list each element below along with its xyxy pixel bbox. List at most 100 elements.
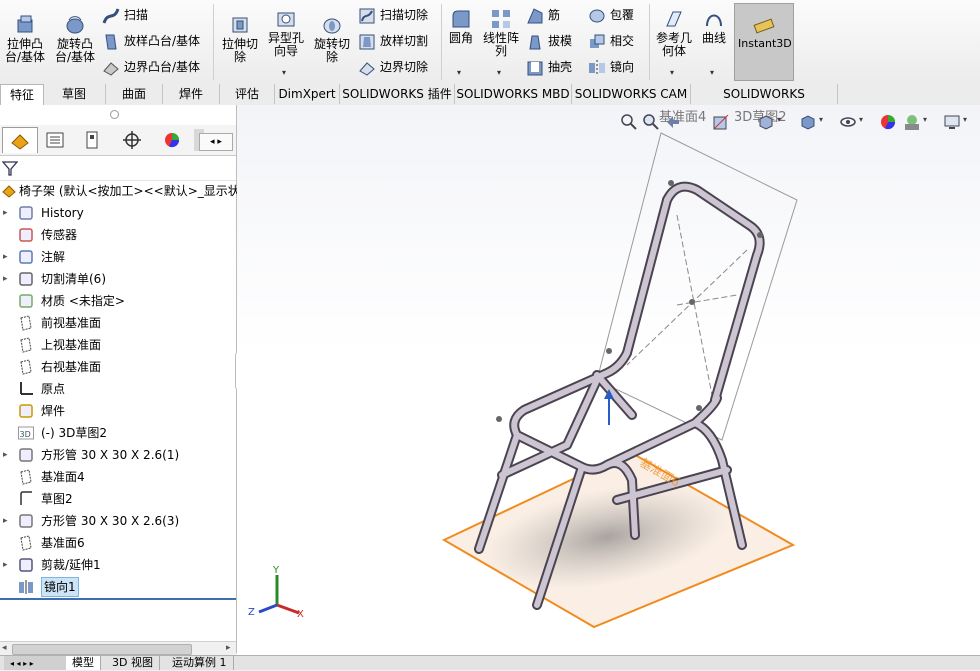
scroll-right-icon[interactable]: ▸ <box>226 643 231 653</box>
scroll-thumb[interactable] <box>12 644 192 655</box>
tab-evaluate[interactable]: 评估 <box>220 84 275 104</box>
view-settings-dropdown-icon[interactable]: ▾ <box>963 115 967 124</box>
horizontal-scrollbar[interactable]: ◂ ▸ <box>0 641 236 656</box>
rollback-bar[interactable] <box>0 598 236 600</box>
tree-root[interactable]: 椅子架 (默认<按加工><<默认>_显示状 <box>0 180 240 202</box>
previous-view-icon[interactable] <box>664 113 682 131</box>
view-settings-icon[interactable] <box>943 113 961 131</box>
tab-weldments[interactable]: 焊件 <box>163 84 220 104</box>
expand-arrow-icon[interactable]: ▸ <box>3 202 11 224</box>
tab-surfaces[interactable]: 曲面 <box>106 84 163 104</box>
tab-features[interactable]: 特征 <box>0 84 44 106</box>
rib-label: 筋 <box>548 8 561 22</box>
expand-arrow-icon[interactable]: ▸ <box>3 444 11 466</box>
tree-item[interactable]: 基准面4 <box>0 466 234 488</box>
expand-arrow-icon[interactable]: ▸ <box>3 554 11 576</box>
display-style-dropdown-icon[interactable]: ▾ <box>819 115 823 124</box>
sweep-label: 扫描 <box>124 8 149 22</box>
bottom-tab-motion-study[interactable]: 运动算例 1 <box>166 656 234 670</box>
plane4-outline[interactable] <box>596 132 798 441</box>
tree-item[interactable]: 右视基准面 <box>0 356 234 378</box>
tree-item[interactable]: ▸ 切割清单(6) <box>0 268 234 290</box>
hide-show-items-icon[interactable] <box>839 113 857 131</box>
plane-icon <box>18 535 34 551</box>
intersect-button[interactable]: 相交 <box>588 30 634 52</box>
linear-pattern-dropdown-icon[interactable]: ▾ <box>497 66 501 79</box>
tree-item[interactable]: ▸ 方形管 30 X 30 X 2.6(3) <box>0 510 234 532</box>
wrap-button[interactable]: 包覆 <box>588 4 634 26</box>
hide-show-dropdown-icon[interactable]: ▾ <box>859 115 863 124</box>
extrude-cut-button[interactable]: 拉伸切 除 <box>218 14 262 64</box>
scroll-left-icon[interactable]: ◂ <box>2 643 7 653</box>
tab-solidworks-mbd[interactable]: SOLIDWORKS MBD <box>455 84 572 104</box>
linear-pattern-button[interactable]: 线性阵 列 ▾ <box>480 8 522 77</box>
dimxpert-manager-tab[interactable] <box>115 127 151 153</box>
tree-item[interactable]: ▸ History <box>0 202 234 224</box>
graphics-area[interactable]: 基准面4 3D草图2 基准面6 Y X Z ▾ ▾ ▾ ▾ ▾ <box>237 105 980 655</box>
tree-item[interactable]: 传感器 <box>0 224 234 246</box>
display-style-icon[interactable] <box>799 113 817 131</box>
display-manager-tab[interactable] <box>155 127 191 153</box>
boundary-cut-button[interactable]: 边界切除 <box>358 56 428 78</box>
expand-arrow-icon[interactable]: ▸ <box>3 510 11 532</box>
feature-manager-tab[interactable] <box>2 127 38 153</box>
shell-button[interactable]: 抽壳 <box>526 56 572 78</box>
mirror-button[interactable]: 镜向 <box>588 56 634 78</box>
bottom-tab-nav[interactable]: ◂ ◂ ▸ ▸ <box>4 656 67 670</box>
fillet-button[interactable]: 圆角 ▾ <box>445 8 477 77</box>
draft-button[interactable]: 拔模 <box>526 30 572 52</box>
apply-scene-icon[interactable] <box>903 113 921 131</box>
filter-icon[interactable] <box>2 160 18 176</box>
reference-geometry-dropdown-icon[interactable]: ▾ <box>670 66 674 79</box>
tree-item[interactable]: ▸ 方形管 30 X 30 X 2.6(1) <box>0 444 234 466</box>
expand-arrow-icon[interactable]: ▸ <box>3 246 11 268</box>
curves-dropdown-icon[interactable]: ▾ <box>710 66 714 79</box>
view-orientation-icon[interactable] <box>757 113 775 131</box>
reference-geometry-button[interactable]: 参考几 何体 ▾ <box>653 8 695 77</box>
tree-item-label: 材质 <未指定> <box>41 294 125 308</box>
revolve-boss-button[interactable]: 旋转凸 台/基体 <box>52 14 98 64</box>
zoom-area-icon[interactable] <box>642 113 660 131</box>
instant3d-button[interactable]: Instant3D <box>734 3 794 81</box>
apply-scene-dropdown-icon[interactable]: ▾ <box>923 115 927 124</box>
rib-button[interactable]: 筋 <box>526 4 560 26</box>
boundary-boss-button[interactable]: 边界凸台/基体 <box>102 56 200 78</box>
tab-solidworks-addins[interactable]: SOLIDWORKS 插件 <box>340 84 455 104</box>
loft-boss-button[interactable]: 放样凸台/基体 <box>102 30 200 52</box>
fillet-dropdown-icon[interactable]: ▾ <box>457 66 461 79</box>
tree-item[interactable]: 3D (-) 3D草图2 <box>0 422 234 444</box>
tab-solidworks-cam[interactable]: SOLIDWORKS CAM <box>572 84 691 104</box>
bottom-tab-model[interactable]: 模型 <box>66 656 101 670</box>
extrude-boss-button[interactable]: 拉伸凸 台/基体 <box>2 14 48 64</box>
expand-arrow-icon[interactable]: ▸ <box>3 268 11 290</box>
zoom-to-fit-icon[interactable] <box>620 113 638 131</box>
tree-item[interactable]: 原点 <box>0 378 234 400</box>
view-orientation-dropdown-icon[interactable]: ▾ <box>777 115 781 124</box>
tree-item[interactable]: ▸ 剪裁/延伸1 <box>0 554 234 576</box>
revolve-cut-button[interactable]: 旋转切 除 <box>310 14 354 64</box>
sweep-cut-button[interactable]: 扫描切除 <box>358 4 428 26</box>
tree-item[interactable]: ▸ 注解 <box>0 246 234 268</box>
panel-grip-icon[interactable] <box>110 110 119 119</box>
tree-item[interactable]: 镜向1 <box>0 576 234 598</box>
tab-scroll-arrows[interactable]: ◂ ▸ <box>199 133 233 151</box>
tree-item[interactable]: 草图2 <box>0 488 234 510</box>
tab-solidworks-inspection[interactable]: SOLIDWORKS Inspection <box>691 84 838 121</box>
tree-item[interactable]: 前视基准面 <box>0 312 234 334</box>
tree-item[interactable]: 基准面6 <box>0 532 234 554</box>
edit-appearance-icon[interactable] <box>879 113 897 131</box>
tab-dimxpert[interactable]: DimXpert <box>275 84 340 104</box>
tree-item[interactable]: 焊件 <box>0 400 234 422</box>
bottom-tab-3d-views[interactable]: 3D 视图 <box>106 656 160 670</box>
property-manager-tab[interactable] <box>38 127 74 153</box>
tree-item[interactable]: 材质 <未指定> <box>0 290 234 312</box>
loft-cut-button[interactable]: 放样切割 <box>358 30 428 52</box>
hole-wizard-dropdown-icon[interactable]: ▾ <box>282 66 286 79</box>
tree-item[interactable]: 上视基准面 <box>0 334 234 356</box>
hole-wizard-button[interactable]: 异型孔 向导 ▾ <box>264 8 308 77</box>
configuration-manager-tab[interactable] <box>76 127 112 153</box>
section-view-icon[interactable] <box>712 113 730 131</box>
curves-button[interactable]: 曲线 ▾ <box>698 8 730 77</box>
tab-sketch[interactable]: 草图 <box>43 84 106 104</box>
sweep-button[interactable]: 扫描 <box>102 4 148 26</box>
